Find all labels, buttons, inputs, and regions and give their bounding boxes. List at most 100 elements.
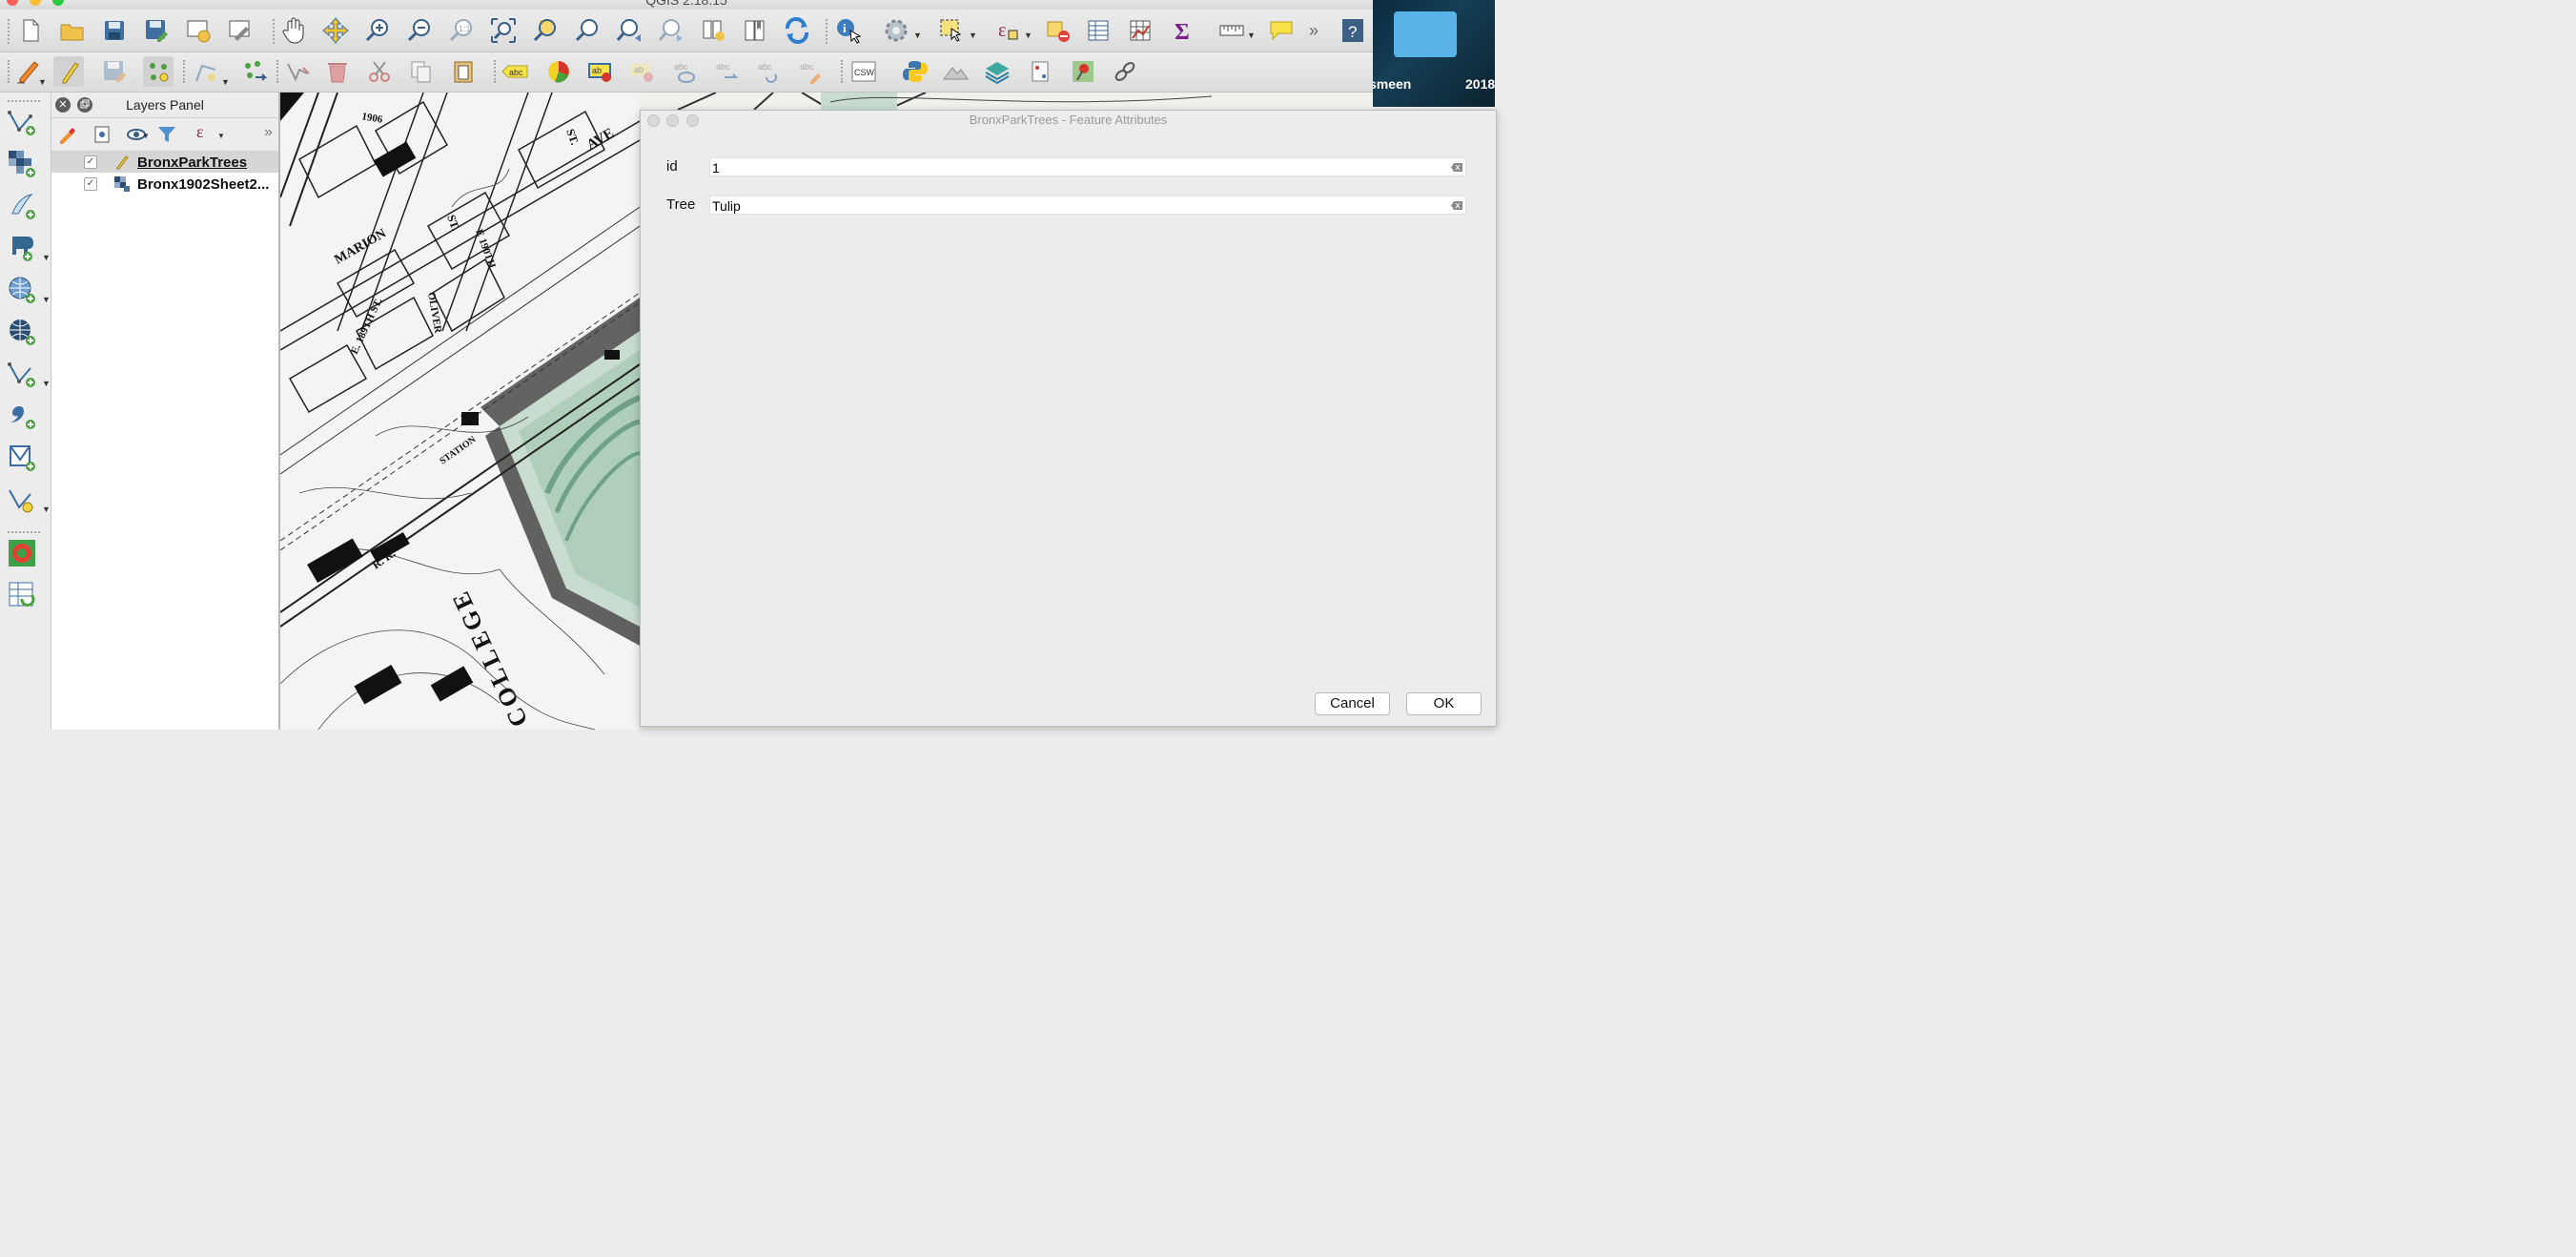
pan-hand-icon[interactable]: [278, 15, 309, 46]
change-label-icon[interactable]: abc: [795, 56, 826, 87]
layer-visibility-checkbox[interactable]: ✓: [84, 177, 97, 191]
save-layer-edits-icon[interactable]: [99, 56, 130, 87]
toolbar-grip[interactable]: [841, 60, 846, 83]
clear-field-icon[interactable]: [1451, 201, 1462, 210]
python-console-icon[interactable]: [900, 56, 930, 87]
refresh-icon[interactable]: [782, 15, 812, 46]
label-tool-icon[interactable]: abc: [500, 56, 530, 87]
dropdown-caret-icon[interactable]: ▼: [217, 132, 225, 140]
zoom-actual-size-icon[interactable]: 1:1: [446, 15, 477, 46]
map-canvas[interactable]: AVE MARION ST. E. 189TH ST. OLIVER E 190…: [280, 93, 640, 730]
rotate-label-icon[interactable]: abc: [753, 56, 784, 87]
layer-visibility-checkbox[interactable]: ✓: [84, 155, 97, 169]
add-raster-layer-icon[interactable]: [6, 148, 38, 180]
layer-row-bronx1902sheet2[interactable]: ✓ Bronx1902Sheet2...: [51, 174, 278, 195]
zoom-out-icon[interactable]: [404, 15, 435, 46]
map-tips-icon[interactable]: [1266, 15, 1297, 46]
pan-to-selection-icon[interactable]: [320, 15, 351, 46]
csw-metasearch-icon[interactable]: CSW: [848, 56, 879, 87]
new-spatialite-icon[interactable]: [6, 484, 38, 516]
dropdown-caret-icon[interactable]: ▼: [42, 295, 51, 304]
cancel-button[interactable]: Cancel: [1315, 692, 1390, 715]
move-label-icon[interactable]: abc: [711, 56, 742, 87]
highlight-pinned-labels-icon[interactable]: ab: [627, 56, 658, 87]
toolbar-grip[interactable]: [276, 60, 281, 83]
dropdown-caret-icon[interactable]: ▼: [913, 31, 922, 40]
add-postgis-layer-icon[interactable]: [6, 232, 38, 264]
identify-features-icon[interactable]: i: [833, 15, 864, 46]
map-canvas-top-strip[interactable]: [640, 93, 1373, 110]
dropdown-caret-icon[interactable]: ▼: [969, 31, 977, 40]
toolbar-grip[interactable]: [494, 60, 499, 83]
open-layer-styling-icon[interactable]: [57, 124, 78, 150]
dropdown-caret-icon[interactable]: ▼: [42, 505, 51, 514]
sum-statistics-icon[interactable]: Σ: [1167, 15, 1197, 46]
toolbar-grip[interactable]: [8, 60, 12, 83]
add-point-feature-icon[interactable]: [143, 56, 174, 87]
more-tools-icon[interactable]: »: [1298, 15, 1329, 46]
clear-field-icon[interactable]: [1451, 163, 1462, 172]
add-group-icon[interactable]: [92, 124, 112, 150]
filter-legend-icon[interactable]: [156, 124, 177, 150]
toolbar-grip[interactable]: [8, 531, 40, 535]
copy-features-icon[interactable]: [406, 56, 437, 87]
zoom-next-icon[interactable]: [656, 15, 686, 46]
dropdown-caret-icon[interactable]: ▼: [221, 77, 230, 87]
dropdown-caret-icon[interactable]: ▼: [1247, 31, 1256, 40]
measure-ruler-icon[interactable]: [1216, 15, 1247, 46]
hillshade-terrain-icon[interactable]: [940, 56, 971, 87]
vertex-tool-icon[interactable]: [191, 56, 221, 87]
desktop-folder-icon[interactable]: [1394, 11, 1457, 57]
help-icon[interactable]: ?: [1338, 15, 1368, 46]
toggle-editing-icon[interactable]: [53, 56, 84, 87]
id-field[interactable]: 1: [709, 157, 1466, 176]
pin-labels-icon[interactable]: ab: [585, 56, 616, 87]
toolbar-grip[interactable]: [8, 100, 40, 104]
layer-row-bronxparktrees[interactable]: ✓ BronxParkTrees: [51, 152, 278, 173]
delete-selected-icon[interactable]: [322, 56, 353, 87]
new-shapefile-icon[interactable]: [6, 442, 38, 474]
open-attribute-table-icon[interactable]: [1083, 15, 1114, 46]
cut-features-icon[interactable]: [364, 56, 395, 87]
dropdown-caret-icon[interactable]: ▼: [42, 253, 51, 262]
deselect-all-icon[interactable]: [1043, 15, 1073, 46]
ok-button[interactable]: OK: [1406, 692, 1482, 715]
pin-map-icon[interactable]: [1068, 56, 1098, 87]
add-vector-tile-icon[interactable]: [6, 400, 38, 432]
georeferencer-icon[interactable]: [1026, 56, 1056, 87]
more-panel-tools-icon[interactable]: »: [264, 124, 273, 141]
add-vector-layer-icon[interactable]: [6, 106, 38, 138]
add-delimited-text-icon[interactable]: [6, 190, 38, 222]
filter-by-expression-icon[interactable]: ε: [196, 122, 204, 142]
paste-features-icon[interactable]: [448, 56, 479, 87]
new-bookmark-icon[interactable]: [698, 15, 728, 46]
dropdown-caret-icon[interactable]: ▼: [38, 77, 47, 87]
toolbar-grip[interactable]: [273, 19, 277, 44]
save-project-icon[interactable]: [99, 15, 130, 46]
zoom-in-icon[interactable]: [362, 15, 393, 46]
save-as-icon[interactable]: [141, 15, 172, 46]
toolbar-grip[interactable]: [826, 19, 830, 44]
node-tool-icon[interactable]: [282, 56, 313, 87]
add-spatialite-layer-icon[interactable]: [6, 358, 38, 390]
statistics-panel-icon[interactable]: [1125, 15, 1155, 46]
zoom-to-layer-icon[interactable]: [572, 15, 603, 46]
new-project-icon[interactable]: [15, 15, 46, 46]
gps-tool-icon[interactable]: [6, 537, 38, 569]
show-bookmarks-icon[interactable]: [740, 15, 770, 46]
run-feature-action-icon[interactable]: [881, 15, 911, 46]
layer-styling-icon[interactable]: [982, 56, 1012, 87]
move-feature-icon[interactable]: [240, 56, 271, 87]
add-wms-layer-icon[interactable]: [6, 274, 38, 306]
open-project-icon[interactable]: [57, 15, 88, 46]
dropdown-caret-icon[interactable]: ▼: [142, 132, 150, 140]
refresh-layers-icon[interactable]: [6, 579, 38, 611]
add-wcs-layer-icon[interactable]: [6, 316, 38, 348]
dropdown-caret-icon[interactable]: ▼: [1024, 31, 1032, 40]
select-by-expression-icon[interactable]: ε: [992, 15, 1022, 46]
tree-field[interactable]: Tulip: [709, 196, 1466, 215]
zoom-full-icon[interactable]: [488, 15, 519, 46]
zoom-last-icon[interactable]: [614, 15, 644, 46]
new-print-composer-icon[interactable]: [183, 15, 214, 46]
diagram-pie-icon[interactable]: [543, 56, 574, 87]
